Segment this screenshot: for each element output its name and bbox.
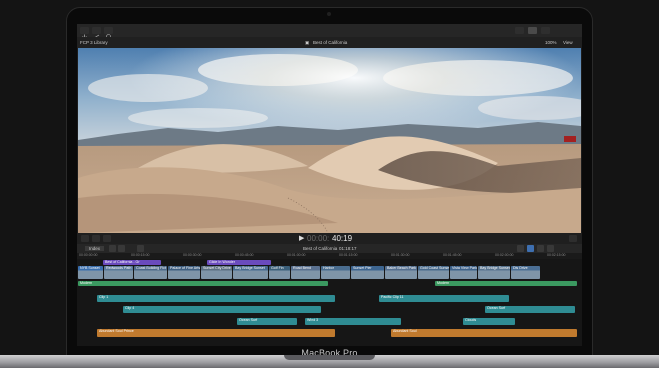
play-icon[interactable]: ▶ xyxy=(299,234,304,242)
snapping-toggle[interactable] xyxy=(547,245,554,252)
video-clip[interactable]: Harbor xyxy=(321,266,350,279)
timeline-duration: 01:18:17 xyxy=(339,246,357,251)
speed-button[interactable] xyxy=(103,235,111,242)
ruler-tick: 00:00:30:00 xyxy=(183,253,202,257)
timeline-layout-button[interactable] xyxy=(528,27,537,34)
ruler-tick: 00:02:15:00 xyxy=(547,253,566,257)
ruler-tick: 00:00:00:00 xyxy=(79,253,98,257)
camera-icon xyxy=(327,12,331,16)
video-clip[interactable]: Golf Fin xyxy=(269,266,290,279)
lock-icon: ▣ xyxy=(305,40,310,45)
keywords-button[interactable] xyxy=(92,27,101,39)
video-clip[interactable]: Gold Coast Sunset xyxy=(418,266,449,279)
app-screen: FCP 3 Library ▣ Best of California 100% … xyxy=(77,24,582,346)
video-clip[interactable]: Dis Drive xyxy=(511,266,540,279)
video-clip[interactable]: Sunset City Drive xyxy=(201,266,232,279)
title-clip[interactable]: Glide In Wonder xyxy=(207,260,271,265)
ruler-tick: 00:01:15:00 xyxy=(339,253,358,257)
audio-clip-teal[interactable]: Pacific Clip 11 xyxy=(379,295,509,302)
audio-clip-teal[interactable]: Clouds xyxy=(463,318,515,325)
timecode-display[interactable]: 40:19 xyxy=(332,234,352,243)
music-clip[interactable]: Abundant Soul xyxy=(391,329,577,337)
ruler-tick: 00:01:00:00 xyxy=(287,253,306,257)
audio-clip-teal[interactable]: Clip 4 xyxy=(123,306,321,313)
primary-storyline: NYB Sunset Redwoods Path Coast Building Fi… xyxy=(78,266,576,279)
solo-toggle[interactable] xyxy=(537,245,544,252)
video-clip[interactable]: Vista View Park xyxy=(450,266,477,279)
laptop-notch xyxy=(284,355,375,360)
view-menu[interactable]: View xyxy=(563,40,573,45)
inspector-button[interactable] xyxy=(541,27,550,34)
ruler-tick: 00:02:00:00 xyxy=(495,253,514,257)
viewer-frame[interactable] xyxy=(78,48,581,233)
background-tasks-button[interactable] xyxy=(104,27,113,39)
timecode-dim: 00:00: xyxy=(307,234,330,243)
index-tab[interactable]: Index xyxy=(85,246,105,251)
video-clip[interactable]: Palace of Fine Arts xyxy=(168,266,200,279)
video-clip[interactable]: Bay Bridge Sunset xyxy=(478,266,510,279)
share-button[interactable] xyxy=(515,27,524,34)
audio-skimming-toggle[interactable] xyxy=(527,245,534,252)
audio-clip-teal[interactable]: Clip 1 xyxy=(97,295,335,302)
video-clip[interactable]: Coast Building Fict 2 xyxy=(134,266,167,279)
project-title: Best of California xyxy=(313,40,348,45)
import-button[interactable] xyxy=(80,27,89,39)
timeline-area[interactable]: Best of California - Gr Glide In Wonder … xyxy=(77,259,582,346)
audio-clip-teal[interactable]: Ocean Surf xyxy=(237,318,297,325)
select-tool-button[interactable] xyxy=(137,245,144,252)
effects-button[interactable] xyxy=(92,235,100,242)
transport-bar: ▶ 00:00: 40:19 xyxy=(77,233,582,244)
fullscreen-button[interactable] xyxy=(569,235,577,242)
ruler-tick: 00:00:15:00 xyxy=(131,253,150,257)
ruler-tick: 00:00:45:00 xyxy=(235,253,254,257)
audio-clip-teal[interactable]: Ocean Surf xyxy=(485,306,575,313)
zoom-dropdown[interactable]: 100% xyxy=(545,40,557,45)
audio-clip-green[interactable]: Modern xyxy=(78,281,328,286)
video-clip[interactable]: Baker Beach Park xyxy=(385,266,417,279)
video-clip[interactable]: Bay Bridge Sunset xyxy=(233,266,268,279)
video-clip[interactable]: Sunset Pier xyxy=(351,266,384,279)
append-clip-button[interactable] xyxy=(109,245,116,252)
video-clip[interactable]: Road Bend xyxy=(291,266,320,279)
audio-clip-green[interactable]: Modern xyxy=(435,281,577,286)
library-name: FCP 3 Library xyxy=(80,40,108,45)
timeline-project-title: Best of California xyxy=(303,246,338,251)
skimming-toggle[interactable] xyxy=(517,245,524,252)
desert-dunes-image xyxy=(78,48,581,233)
music-clip[interactable]: Abundant Soul Prince xyxy=(97,329,335,337)
ruler-tick: 00:01:30:00 xyxy=(391,253,410,257)
ruler-tick: 00:01:45:00 xyxy=(443,253,462,257)
insert-clip-button[interactable] xyxy=(118,245,125,252)
audio-clip-teal[interactable]: Wind 3 xyxy=(305,318,401,325)
viewer-bar: FCP 3 Library ▣ Best of California 100% … xyxy=(77,37,582,48)
timeline-header: Index Best of California 01:18:17 xyxy=(77,244,582,253)
title-clip[interactable]: Best of California - Gr xyxy=(103,260,161,265)
top-toolbar xyxy=(77,24,582,39)
video-clip[interactable]: NYB Sunset xyxy=(78,266,103,279)
crop-tools-button[interactable] xyxy=(81,235,89,242)
video-clip[interactable]: Redwoods Path xyxy=(104,266,133,279)
